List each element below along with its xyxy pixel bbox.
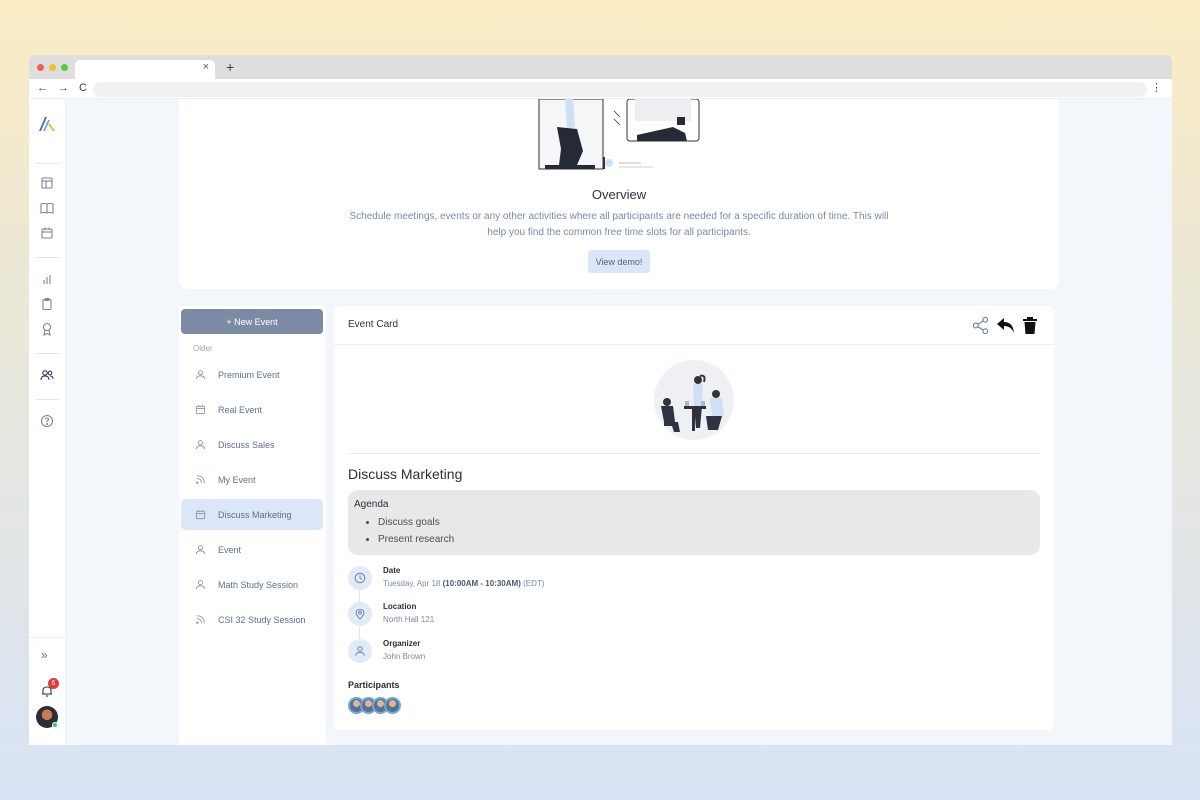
agenda-title: Agenda [354,499,389,510]
agenda-item: Present research [378,531,1034,548]
date-row: Date Tuesday, Apr 18 (10:00AM - 10:30AM)… [348,566,748,596]
location-pin-icon [348,602,372,626]
date-day: Tuesday, Apr 18 [383,579,441,588]
tab-bar: × + [29,55,1172,79]
trash-icon[interactable] [1022,316,1038,335]
new-event-button[interactable]: + New Event [181,309,323,334]
event-item-discuss-sales[interactable]: Discuss Sales [181,429,323,460]
event-item-real-event[interactable]: Real Event [181,394,323,425]
event-item-label: Premium Event [218,369,280,380]
browser-menu-icon[interactable]: ⋮ [1151,81,1162,94]
organizer-label: Organizer [383,639,421,648]
event-item-premium-event[interactable]: Premium Event [181,359,323,390]
event-item-label: Math Study Session [218,579,299,590]
browser-window: × + ← → C ⋮ » 6 Overview Schedule meetin… [29,55,1172,745]
expand-sidebar-icon[interactable]: » [41,648,48,662]
clipboard-icon[interactable] [40,297,54,311]
address-bar: ← → C ⋮ [29,79,1172,99]
event-item-label: Event [218,544,242,555]
event-item-label: Discuss Marketing [218,509,292,520]
sidebar-divider [36,163,59,164]
event-item-label: Real Event [218,404,263,415]
event-card-title: Event Card [348,319,399,330]
sidebar-divider [36,399,59,400]
layout-icon[interactable] [40,176,54,190]
award-icon[interactable] [40,322,54,336]
user-icon [195,545,206,555]
new-tab-button[interactable]: + [226,59,234,75]
event-item-my-event[interactable]: My Event [181,464,323,495]
maximize-window-dot[interactable] [61,64,68,71]
calendar-icon[interactable] [40,226,54,240]
participants-label: Participants [348,680,400,690]
close-window-dot[interactable] [37,64,44,71]
event-item-event[interactable]: Event [181,534,323,565]
event-illustration [654,360,734,440]
event-card-actions [971,315,1038,335]
event-name: Discuss Marketing [348,466,463,482]
date-time: (10:00AM - 10:30AM) [442,579,521,588]
section-label-older: Older [193,344,213,353]
rss-icon [196,475,205,484]
organizer-user-icon [348,639,372,663]
overview-title: Overview [591,187,647,202]
date-label: Date [383,566,401,575]
overview-illustration [538,99,700,170]
event-list-panel: + New Event Older Premium Event Real Eve… [179,306,326,745]
logo-icon[interactable] [38,116,56,132]
share-icon[interactable] [971,316,990,335]
event-item-discuss-marketing[interactable]: Discuss Marketing [181,499,323,530]
event-item-math-study-session[interactable]: Math Study Session [181,569,323,600]
calendar-icon [195,509,206,520]
organizer-value: John Brown [383,652,426,661]
clock-icon [348,566,372,590]
event-item-label: Discuss Sales [218,439,275,450]
sidebar-divider [29,637,66,638]
reply-icon[interactable] [996,315,1016,335]
book-icon[interactable] [40,201,54,215]
agenda-box: Agenda Discuss goals Present research [348,490,1040,555]
url-input[interactable] [93,82,1147,97]
view-demo-button[interactable]: View demo! [588,250,650,273]
close-tab-icon[interactable]: × [203,61,209,73]
event-item-label: CSI 32 Study Session [218,614,306,625]
agenda-item: Discuss goals [378,514,1034,531]
overview-description: Schedule meetings, events or any other a… [349,211,889,238]
rss-icon [196,615,205,624]
help-icon[interactable] [40,414,54,428]
nav-buttons: ← → C [37,82,87,94]
user-icon [195,580,206,590]
location-value: North Hall 121 [383,615,435,624]
event-card: Event Card Discuss Marketing Agenda • Di… [334,306,1054,730]
back-icon[interactable]: ← [37,82,48,94]
location-row: Location North Hall 121 [348,602,748,632]
chart-icon[interactable] [40,272,54,286]
notification-badge: 6 [48,678,59,689]
organizer-row: Organizer John Brown [348,639,748,669]
online-status-dot [52,722,58,728]
event-item-label: My Event [218,474,256,485]
location-label: Location [383,602,417,611]
minimize-window-dot[interactable] [49,64,56,71]
reload-icon[interactable]: C [79,82,87,94]
forward-icon[interactable]: → [58,82,69,94]
user-icon [195,370,206,380]
browser-tab[interactable]: × [75,60,215,79]
participant-avatars [348,697,401,714]
sidebar-divider [36,353,59,354]
event-item-csi-32-study-session[interactable]: CSI 32 Study Session [181,604,323,635]
agenda-list: Discuss goals Present research [354,514,1034,548]
date-timezone: (EDT) [523,579,545,588]
users-icon[interactable] [40,368,54,382]
divider [348,453,1040,454]
participant-avatar[interactable] [384,697,401,714]
sidebar-divider [36,257,59,258]
user-icon [195,440,206,450]
date-value: Tuesday, Apr 18 (10:00AM - 10:30AM) (EDT… [383,579,544,588]
event-card-header: Event Card [334,306,1054,345]
window-controls [37,64,68,71]
app-sidebar: » 6 [29,99,66,745]
calendar-icon [195,404,206,415]
overview-card: Overview Schedule meetings, events or an… [179,99,1059,289]
